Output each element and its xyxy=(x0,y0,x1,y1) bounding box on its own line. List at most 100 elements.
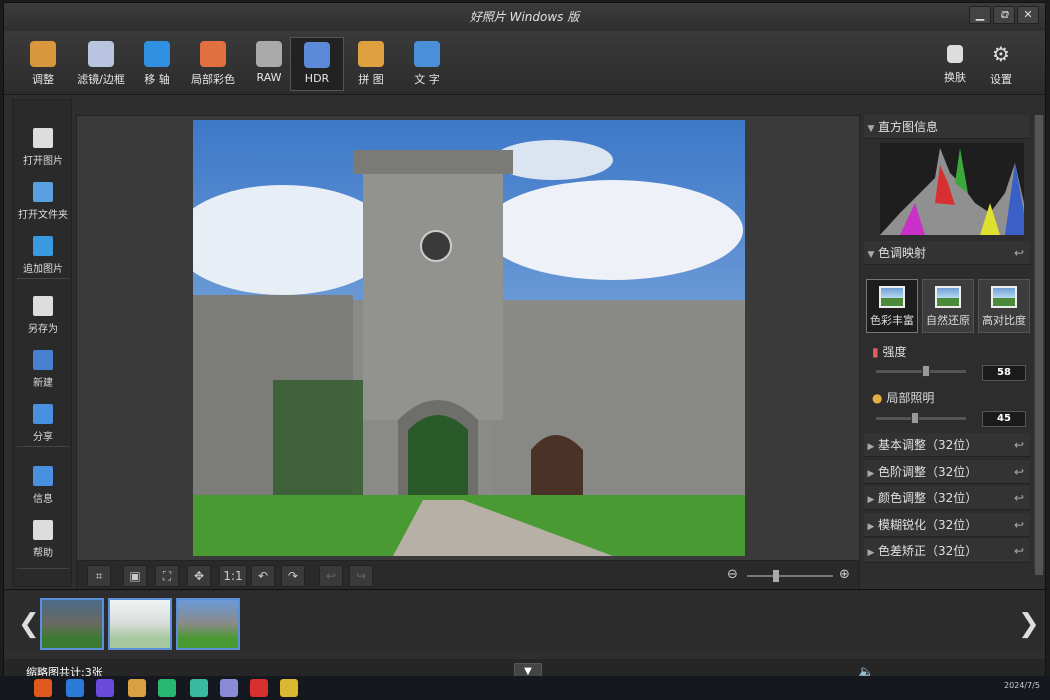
minimize-button[interactable]: ▁ xyxy=(969,6,991,24)
reset-icon[interactable]: ↩ xyxy=(1014,241,1024,265)
settings-button[interactable]: ⚙ 设置 xyxy=(974,37,1028,91)
save-as-icon xyxy=(33,296,53,316)
share-icon xyxy=(33,404,53,424)
tone-mapping-header[interactable]: ▼ 色调映射 ↩ xyxy=(864,241,1030,265)
shirt-icon xyxy=(947,45,963,63)
zoom-out-icon[interactable]: ⊖ xyxy=(727,567,738,582)
toolbar-hdr-button[interactable]: HDR xyxy=(290,37,344,91)
toolbar-palette-button[interactable]: 局部彩色 xyxy=(186,37,240,91)
sidebar-item-add-image[interactable]: 追加图片 xyxy=(13,236,73,275)
skin-label: 换肤 xyxy=(944,71,966,84)
chevron-right-icon: ▶ xyxy=(867,548,875,558)
brush-icon xyxy=(88,41,114,67)
divider xyxy=(17,446,69,447)
section-label: 模糊锐化（32位） xyxy=(878,517,978,532)
filmstrip-thumbnail[interactable] xyxy=(108,598,172,650)
reset-icon[interactable]: ↩ xyxy=(1014,486,1024,510)
landscape-icon xyxy=(879,286,905,308)
taskbar: 2024/7/5 xyxy=(0,676,1050,700)
sidebar-item-open-image[interactable]: 打开图片 xyxy=(13,128,73,167)
center-icon[interactable]: ✥ xyxy=(187,565,211,587)
toolbar-label: 文 字 xyxy=(414,73,440,86)
zoom-in-icon[interactable]: ⊕ xyxy=(839,567,850,582)
info-icon xyxy=(33,466,53,486)
fit-screen-icon[interactable]: ⛶ xyxy=(155,565,179,587)
restore-button[interactable]: ⧉ xyxy=(993,6,1015,24)
toolbar-drop-button[interactable]: 移 轴 xyxy=(130,37,184,91)
preset-label: 自然还原 xyxy=(926,314,970,327)
palette-icon xyxy=(200,41,226,67)
divider xyxy=(17,278,69,279)
sidebar-item-save-as[interactable]: 另存为 xyxy=(13,296,73,335)
local-light-slider[interactable] xyxy=(876,412,966,424)
settings-label: 设置 xyxy=(990,73,1012,86)
rotate-right-icon[interactable]: ↷ xyxy=(281,565,305,587)
title-bar: 好照片 Windows 版 ▁ ⧉ ✕ xyxy=(4,3,1045,31)
help-icon xyxy=(33,520,53,540)
sidebar-item-label: 帮助 xyxy=(33,548,53,559)
actual-size-button[interactable]: 1:1 xyxy=(219,565,247,587)
toolbar-camera-button[interactable]: RAW xyxy=(242,37,296,91)
app-icon[interactable] xyxy=(220,679,238,697)
reset-icon[interactable]: ↩ xyxy=(1014,539,1024,563)
castle-photo xyxy=(193,120,745,556)
zoom-slider[interactable] xyxy=(747,570,833,582)
image-canvas: ⌗ ▣ ⛶ ✥ 1:1 ↶ ↷ ↩ ↪ ⊖ ⊕ xyxy=(76,115,860,590)
redo-icon[interactable]: ↪ xyxy=(349,565,373,587)
sidebar-item-new-hdr[interactable]: 新建 xyxy=(13,350,73,389)
app-icon[interactable] xyxy=(158,679,176,697)
undo-icon[interactable]: ↩ xyxy=(319,565,343,587)
fit-window-icon[interactable]: ▣ xyxy=(123,565,147,587)
section-label: 基本调整（32位） xyxy=(878,438,978,452)
section-header[interactable]: ▶ 基本调整（32位） ↩ xyxy=(864,433,1030,457)
app-icon[interactable] xyxy=(96,679,114,697)
sidebar-item-label: 分享 xyxy=(33,432,53,443)
app-icon[interactable] xyxy=(128,679,146,697)
sidebar-item-share[interactable]: 分享 xyxy=(13,404,73,443)
histogram-header[interactable]: ▼ 直方图信息 xyxy=(864,115,1030,139)
reset-icon[interactable]: ↩ xyxy=(1014,513,1024,537)
rotate-left-icon[interactable]: ↶ xyxy=(251,565,275,587)
preset-button[interactable]: 高对比度 xyxy=(978,279,1030,333)
close-button[interactable]: ✕ xyxy=(1017,6,1039,24)
section-header[interactable]: ▶ 色差矫正（32位） ↩ xyxy=(864,539,1030,563)
chevron-right-icon: ▶ xyxy=(867,468,875,479)
local-light-label: 局部照明 xyxy=(886,391,935,405)
open-folder-icon xyxy=(33,182,53,202)
strength-value[interactable]: 58 xyxy=(982,365,1026,381)
next-arrow-icon[interactable]: ❯ xyxy=(1018,609,1040,639)
taskbar-date: 2024/7/5 xyxy=(1004,681,1040,690)
app-icon[interactable] xyxy=(190,679,208,697)
toolbar-text-button[interactable]: 文 字 xyxy=(400,37,454,91)
prev-arrow-icon[interactable]: ❮ xyxy=(18,609,40,639)
preset-label: 高对比度 xyxy=(982,314,1026,327)
preset-button[interactable]: 自然还原 xyxy=(922,279,974,333)
app-icon[interactable] xyxy=(34,679,52,697)
section-header[interactable]: ▶ 模糊锐化（32位） ↩ xyxy=(864,512,1030,537)
bulb-icon: ● xyxy=(872,391,883,405)
preset-button[interactable]: 色彩丰富 xyxy=(866,279,918,333)
crop-icon[interactable]: ⌗ xyxy=(87,565,111,587)
strength-label: 强度 xyxy=(882,345,907,359)
filmstrip-thumbnail[interactable] xyxy=(40,598,104,650)
app-icon[interactable] xyxy=(250,679,268,697)
reset-icon[interactable]: ↩ xyxy=(1014,433,1024,457)
section-header[interactable]: ▶ 色阶调整（32位） ↩ xyxy=(864,459,1030,484)
toolbar-brush-button[interactable]: 滤镜/边框 xyxy=(74,37,128,91)
app-window: 好照片 Windows 版 ▁ ⧉ ✕ 换肤 ⚙ 设置 调整 滤镜/边框 移 轴 局部彩… xyxy=(3,2,1046,700)
app-icon[interactable] xyxy=(66,679,84,697)
reset-icon[interactable]: ↩ xyxy=(1014,460,1024,484)
strength-slider[interactable] xyxy=(876,365,966,377)
drop-icon xyxy=(144,41,170,67)
photo-preview[interactable] xyxy=(193,120,745,556)
toolbar-pencil-button[interactable]: 调整 xyxy=(16,37,70,91)
app-icon[interactable] xyxy=(280,679,298,697)
toolbar-collage-button[interactable]: 拼 图 xyxy=(344,37,398,91)
panel-scrollbar[interactable] xyxy=(1034,115,1044,575)
sidebar-item-help[interactable]: 帮助 xyxy=(13,520,73,559)
filmstrip-thumbnail[interactable] xyxy=(176,598,240,650)
local-light-value[interactable]: 45 xyxy=(982,411,1026,427)
sidebar-item-info[interactable]: 信息 xyxy=(13,466,73,505)
sidebar-item-open-folder[interactable]: 打开文件夹 xyxy=(13,182,73,221)
section-header[interactable]: ▶ 颜色调整（32位） ↩ xyxy=(864,486,1030,510)
